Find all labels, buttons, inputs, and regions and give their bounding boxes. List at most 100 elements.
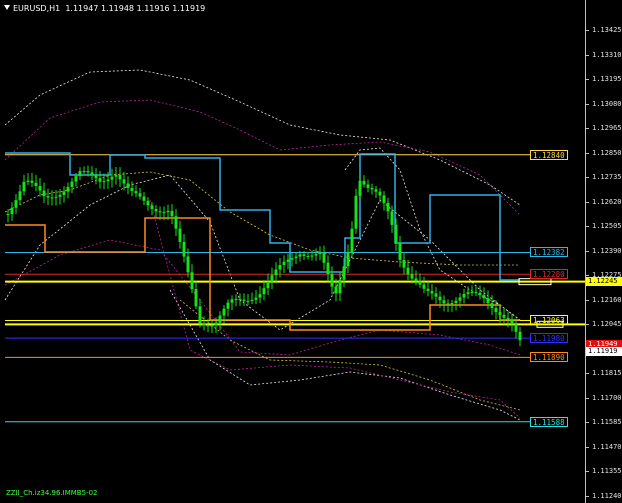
chart-window[interactable]: EURUSD,H1 1.11947 1.11948 1.11916 1.1191… [0,0,622,503]
candle-body [102,181,106,183]
price-tick: 1.11240 [586,491,622,501]
candle-body [486,298,490,304]
candle-body [262,288,266,295]
candle-body [338,279,342,294]
level-1-12280-label: 1.12280 [530,269,568,280]
candle-body [270,275,274,282]
candle-body [390,211,394,225]
price-chart-plot[interactable] [0,0,585,503]
candle-body [98,178,102,182]
candle-body [358,180,362,196]
candle-body [354,195,358,229]
price-tick: 1.11815 [586,368,622,378]
level-1-12382-label: 1.12382 [530,247,568,258]
price-tick: 1.13310 [586,50,622,60]
candle-body [258,294,262,298]
price-tick-label: 1.12620 [592,197,622,206]
candle-body [438,296,442,301]
candle-body [398,242,402,260]
candle-body [342,266,346,280]
upper-band-outer [4,69,521,206]
price-axis[interactable]: 1.13425 1.13310 1.13195 1.13080 1.12965 1.128… [585,0,622,503]
candle-body [18,191,22,201]
candle-body [478,292,482,296]
candle-body [146,200,150,206]
candle-body [38,186,42,191]
level-1-11890-label: 1.11890 [530,352,568,363]
level-1-11980-label: 1.11980 [530,333,568,344]
price-tick: 1.11700 [586,393,622,403]
candle-body [302,254,306,256]
candle-body [202,323,206,326]
candle-body [86,171,90,173]
candle-body [150,205,154,210]
price-tick: 1.12735 [586,172,622,182]
price-tick: 1.12850 [586,148,622,158]
candle-body [30,180,34,183]
upper-band-mid [4,99,521,216]
candle-body [226,302,230,309]
candle-body [406,267,410,275]
candle-body [494,308,498,313]
price-tick-label: 1.13080 [592,99,622,108]
candle-body [190,272,194,290]
candle-body [186,256,190,273]
candle-body [346,252,350,267]
ohlc-quote: 1.11947 1.11948 1.11916 1.11919 [65,4,206,13]
candle-body [230,299,234,303]
candle-body [110,176,114,180]
candle-body [326,262,330,275]
price-tick-label: 1.11815 [592,369,622,378]
candle-body [14,200,18,208]
price-tick-label: 1.13425 [592,26,622,34]
price-tick: 1.13425 [586,25,622,35]
candle-body [10,207,14,215]
price-tick: 1.13080 [586,99,622,109]
candle-body [210,325,214,327]
candle-body [294,256,298,259]
price-tick: 1.11470 [586,442,622,452]
price-tick-label: 1.12160 [592,295,622,304]
candle-body [502,314,506,318]
candle-body [218,315,222,323]
candle-body [366,184,370,188]
candle-body [470,291,474,293]
candle-body [178,228,182,242]
candle-body [306,255,310,257]
middle-band [4,171,520,266]
candle-body [330,274,334,287]
price-tick-label: 1.13310 [592,50,622,59]
cyan-step-line [5,152,520,281]
candle-body [162,212,166,214]
candle-body [254,297,258,300]
lower-band-outer-purple [149,199,521,419]
candle-body [206,325,210,327]
candle-body [490,303,494,309]
candle-body [374,189,378,192]
candle-body [474,291,478,293]
candle-body [498,312,502,315]
price-tick: 1.12965 [586,123,622,133]
candle-body [334,286,338,294]
candle-body [310,255,314,257]
price-tick-label: 1.12505 [592,222,622,231]
price-tick-label: 1.12965 [592,124,622,133]
candle-body [278,265,282,270]
dropdown-triangle-icon[interactable] [4,5,10,10]
candle-body [90,172,94,175]
chart-header: EURUSD,H1 1.11947 1.11948 1.11916 1.1191… [4,4,205,13]
candle-body [506,317,510,320]
candle-body [298,254,302,257]
candle-body [514,324,518,332]
price-tick-label: 1.12390 [592,246,622,255]
candle-body [382,195,386,203]
chart-canvas[interactable] [0,0,585,503]
candle-body [362,180,366,185]
price-tick-label: 1.11240 [592,492,622,500]
price-tick-label: 1.11470 [592,442,622,451]
level-1-12840-label: 1.12840 [530,149,568,160]
candle-body [58,194,62,197]
candle-body [482,295,486,299]
candle-body [130,187,134,192]
price-tick-label: 1.12850 [592,148,622,157]
